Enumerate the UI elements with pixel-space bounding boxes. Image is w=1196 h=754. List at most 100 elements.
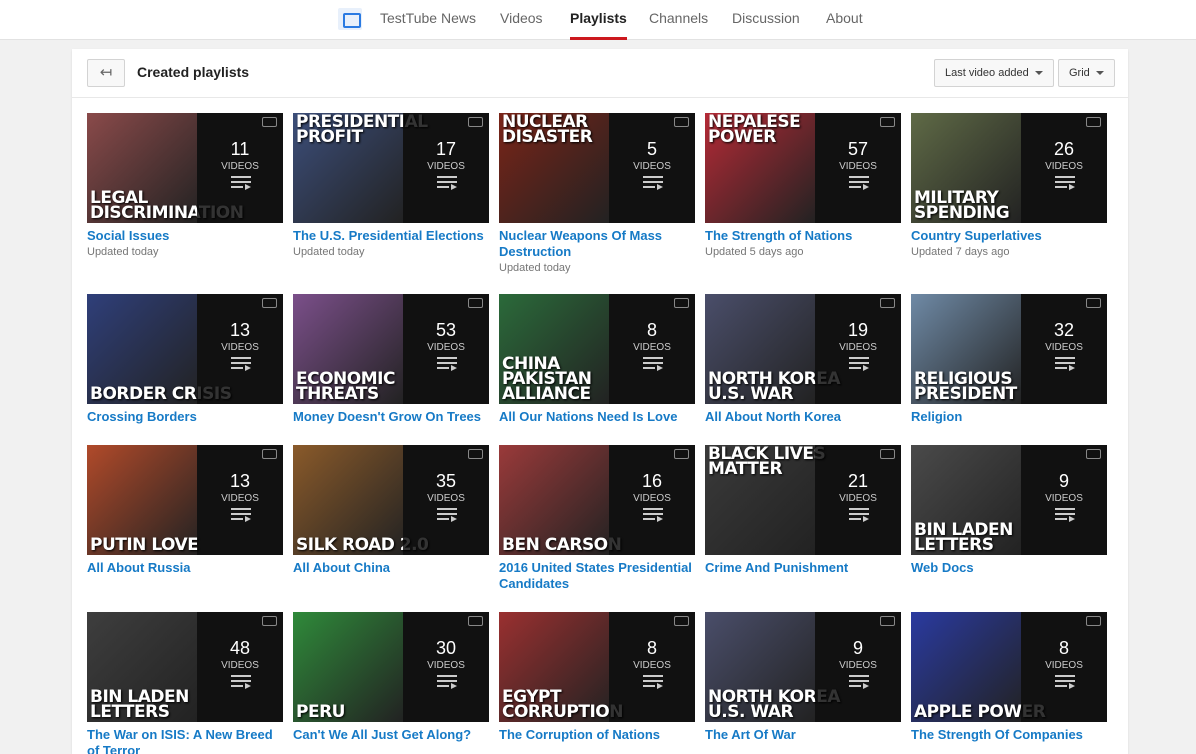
chevron-down-icon bbox=[1095, 71, 1104, 76]
tab-discussion[interactable]: Discussion bbox=[732, 0, 800, 40]
video-count: 35 bbox=[435, 471, 457, 491]
playlist-title[interactable]: Can't We All Just Get Along? bbox=[293, 727, 489, 743]
playlist-thumbnail[interactable]: BIN LADEN LETTERS 48 VIDEOS bbox=[87, 612, 283, 722]
playlist-thumbnail[interactable]: BORDER CRISIS 13 VIDEOS bbox=[87, 294, 283, 404]
playlist-card[interactable]: SILK ROAD 2.0 35 VIDEOS All About China bbox=[293, 445, 489, 576]
playlist-title[interactable]: Religion bbox=[911, 409, 1107, 425]
playlist-card[interactable]: EGYPT CORRUPTION 8 VIDEOS The Corruption of… bbox=[499, 612, 695, 743]
playlist-icon bbox=[1055, 176, 1075, 190]
playlist-title[interactable]: The U.S. Presidential Elections bbox=[293, 228, 489, 244]
playlist-thumbnail[interactable]: BLACK LIVES MATTER 21 VIDEOS bbox=[705, 445, 901, 555]
playlist-card[interactable]: PRESIDENTIAL PROFIT 17 VIDEOS The U.S. Pres… bbox=[293, 113, 489, 260]
playlist-title[interactable]: The Art Of War bbox=[705, 727, 901, 743]
video-count: 9 bbox=[1058, 471, 1069, 491]
playlist-card[interactable]: BLACK LIVES MATTER 21 VIDEOS Crime And Puni… bbox=[705, 445, 901, 576]
playlist-thumbnail[interactable]: PUTIN LOVE 13 VIDEOS bbox=[87, 445, 283, 555]
playlist-thumbnail[interactable]: MILITARY SPENDING 26 VIDEOS bbox=[911, 113, 1107, 223]
playlist-title[interactable]: Country Superlatives bbox=[911, 228, 1107, 244]
playlist-card[interactable]: PERU 30 VIDEOS Can't We All Just Get Along? bbox=[293, 612, 489, 743]
video-count-overlay: 57 VIDEOS bbox=[815, 113, 901, 223]
playlist-card[interactable]: BORDER CRISIS 13 VIDEOS Crossing Borders bbox=[87, 294, 283, 425]
video-count-label: VIDEOS bbox=[839, 342, 877, 353]
playlist-card[interactable]: LEGAL DISCRIMINATION 11 VIDEOS Social Issue… bbox=[87, 113, 283, 260]
view-dropdown[interactable]: Grid bbox=[1058, 59, 1115, 87]
playlist-thumbnail[interactable]: PERU 30 VIDEOS bbox=[293, 612, 489, 722]
playlist-card[interactable]: NORTH KOREA U.S. WAR 19 VIDEOS All About No… bbox=[705, 294, 901, 425]
channel-nav: TestTube News Videos Playlists Channels … bbox=[0, 0, 1196, 40]
playlist-card[interactable]: RELIGIOUS PRESIDENT 32 VIDEOS Religion bbox=[911, 294, 1107, 425]
tab-playlists[interactable]: Playlists bbox=[570, 0, 627, 40]
video-count-label: VIDEOS bbox=[633, 493, 671, 504]
playlist-thumbnail[interactable]: PRESIDENTIAL PROFIT 17 VIDEOS bbox=[293, 113, 489, 223]
video-count-overlay: 9 VIDEOS bbox=[1021, 445, 1107, 555]
playlist-title[interactable]: The Strength Of Companies bbox=[911, 727, 1107, 743]
video-count-label: VIDEOS bbox=[839, 493, 877, 504]
playlist-thumbnail[interactable]: ECONOMIC THREATS 53 VIDEOS bbox=[293, 294, 489, 404]
corner-icon bbox=[880, 616, 895, 626]
playlist-thumbnail[interactable]: SILK ROAD 2.0 35 VIDEOS bbox=[293, 445, 489, 555]
playlist-card[interactable]: ECONOMIC THREATS 53 VIDEOS Money Doesn't Gr… bbox=[293, 294, 489, 425]
video-count-overlay: 26 VIDEOS bbox=[1021, 113, 1107, 223]
playlist-card[interactable]: NEPALESE POWER 57 VIDEOS The Strength of Na… bbox=[705, 113, 901, 260]
back-button[interactable]: ↤ bbox=[87, 59, 125, 87]
video-count-overlay: 5 VIDEOS bbox=[609, 113, 695, 223]
playlist-thumbnail[interactable]: EGYPT CORRUPTION 8 VIDEOS bbox=[499, 612, 695, 722]
playlist-thumbnail[interactable]: RELIGIOUS PRESIDENT 32 VIDEOS bbox=[911, 294, 1107, 404]
video-count-overlay: 19 VIDEOS bbox=[815, 294, 901, 404]
playlist-card[interactable]: MILITARY SPENDING 26 VIDEOS Country Superla… bbox=[911, 113, 1107, 260]
playlist-title[interactable]: All About North Korea bbox=[705, 409, 901, 425]
playlist-thumbnail[interactable]: BIN LADEN LETTERS 9 VIDEOS bbox=[911, 445, 1107, 555]
playlist-title[interactable]: Money Doesn't Grow On Trees bbox=[293, 409, 489, 425]
playlist-thumbnail[interactable]: NORTH KOREA U.S. WAR 19 VIDEOS bbox=[705, 294, 901, 404]
playlist-title[interactable]: 2016 United States Presidential Candidat… bbox=[499, 560, 695, 592]
sort-dropdown[interactable]: Last video added bbox=[934, 59, 1054, 87]
playlist-title[interactable]: Crime And Punishment bbox=[705, 560, 901, 576]
playlist-card[interactable]: APPLE POWER 8 VIDEOS The Strength Of Compan… bbox=[911, 612, 1107, 743]
playlist-thumbnail[interactable]: NORTH KOREA U.S. WAR 9 VIDEOS bbox=[705, 612, 901, 722]
tab-videos[interactable]: Videos bbox=[500, 0, 543, 40]
video-count-label: VIDEOS bbox=[1045, 342, 1083, 353]
playlist-title[interactable]: All About China bbox=[293, 560, 489, 576]
playlist-thumbnail[interactable]: CHINA PAKISTAN ALLIANCE 8 VIDEOS bbox=[499, 294, 695, 404]
video-count: 8 bbox=[646, 320, 657, 340]
video-count-label: VIDEOS bbox=[633, 342, 671, 353]
video-count-label: VIDEOS bbox=[1045, 161, 1083, 172]
playlist-icon bbox=[437, 176, 457, 190]
playlist-card[interactable]: BIN LADEN LETTERS 9 VIDEOS Web Docs bbox=[911, 445, 1107, 576]
playlist-icon bbox=[849, 357, 869, 371]
video-count-label: VIDEOS bbox=[221, 161, 259, 172]
playlist-thumbnail[interactable]: LEGAL DISCRIMINATION 11 VIDEOS bbox=[87, 113, 283, 223]
tab-about[interactable]: About bbox=[826, 0, 863, 40]
playlist-icon bbox=[849, 675, 869, 689]
corner-icon bbox=[880, 117, 895, 127]
playlist-card[interactable]: CHINA PAKISTAN ALLIANCE 8 VIDEOS All Our Na… bbox=[499, 294, 695, 425]
playlist-thumbnail[interactable]: NUCLEAR DISASTER 5 VIDEOS bbox=[499, 113, 695, 223]
playlist-title[interactable]: Crossing Borders bbox=[87, 409, 283, 425]
playlist-card[interactable]: NUCLEAR DISASTER 5 VIDEOS Nuclear Weapons O… bbox=[499, 113, 695, 276]
corner-icon bbox=[1086, 616, 1101, 626]
playlist-title[interactable]: All Our Nations Need Is Love bbox=[499, 409, 695, 425]
playlist-card[interactable]: BIN LADEN LETTERS 48 VIDEOS The War on ISIS… bbox=[87, 612, 283, 754]
playlist-title[interactable]: Web Docs bbox=[911, 560, 1107, 576]
playlist-title[interactable]: All About Russia bbox=[87, 560, 283, 576]
video-count: 8 bbox=[646, 638, 657, 658]
tab-testtube-news[interactable]: TestTube News bbox=[380, 0, 476, 40]
playlist-title[interactable]: The War on ISIS: A New Breed of Terror bbox=[87, 727, 283, 754]
playlist-thumbnail[interactable]: BEN CARSON 16 VIDEOS bbox=[499, 445, 695, 555]
playlist-card[interactable]: BEN CARSON 16 VIDEOS 2016 United States Pre… bbox=[499, 445, 695, 592]
playlist-title[interactable]: The Corruption of Nations bbox=[499, 727, 695, 743]
playlist-card[interactable]: NORTH KOREA U.S. WAR 9 VIDEOS The Art Of Wa… bbox=[705, 612, 901, 743]
playlist-title[interactable]: Nuclear Weapons Of Mass Destruction bbox=[499, 228, 695, 260]
tab-channels[interactable]: Channels bbox=[649, 0, 708, 40]
playlist-title[interactable]: Social Issues bbox=[87, 228, 283, 244]
corner-icon bbox=[262, 449, 277, 459]
playlist-card[interactable]: PUTIN LOVE 13 VIDEOS All About Russia bbox=[87, 445, 283, 576]
video-count-overlay: 35 VIDEOS bbox=[403, 445, 489, 555]
playlist-thumbnail[interactable]: APPLE POWER 8 VIDEOS bbox=[911, 612, 1107, 722]
video-count: 53 bbox=[435, 320, 457, 340]
channel-icon[interactable] bbox=[338, 8, 362, 30]
playlist-title[interactable]: The Strength of Nations bbox=[705, 228, 901, 244]
playlist-thumbnail[interactable]: NEPALESE POWER 57 VIDEOS bbox=[705, 113, 901, 223]
playlist-icon bbox=[1055, 508, 1075, 522]
video-count-overlay: 8 VIDEOS bbox=[1021, 612, 1107, 722]
